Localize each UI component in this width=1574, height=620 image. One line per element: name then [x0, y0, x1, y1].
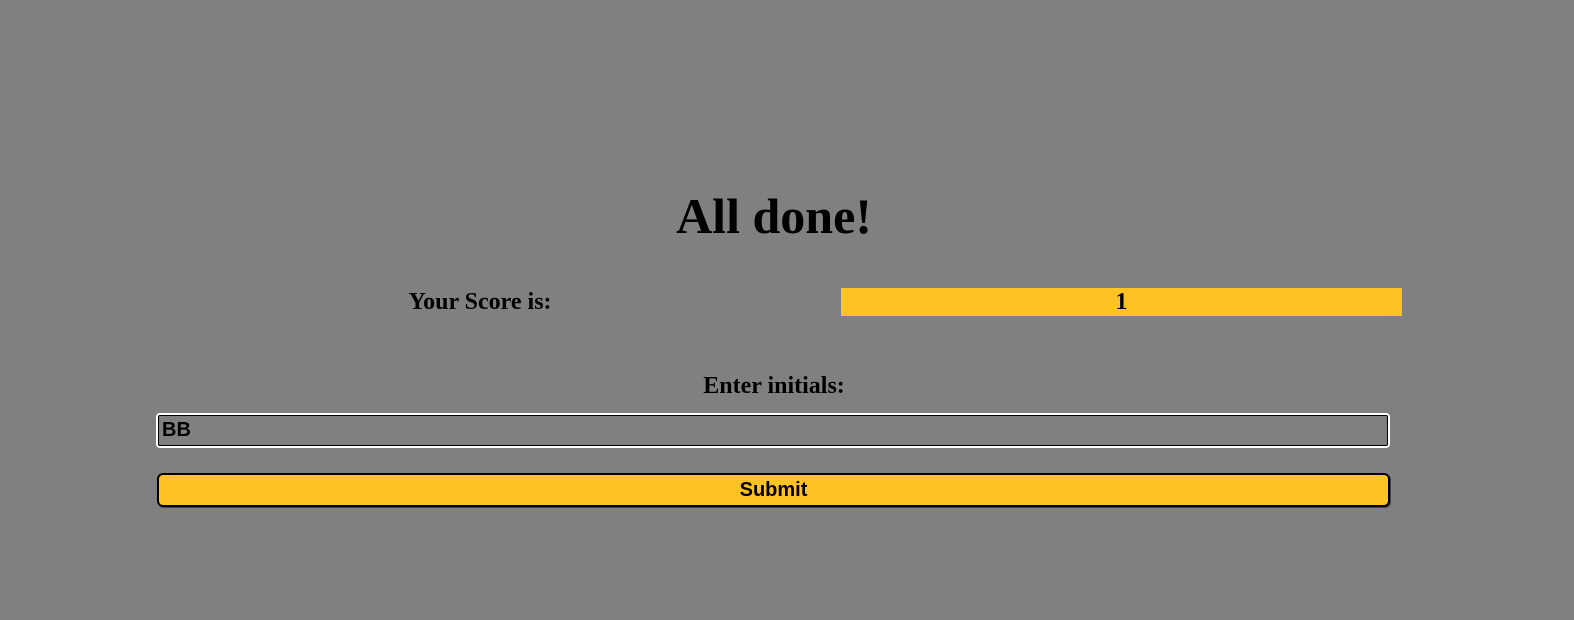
page-title: All done! [676, 188, 872, 244]
initials-input[interactable] [156, 413, 1390, 448]
results-page: All done! Your Score is: 1 Enter initial… [0, 0, 1574, 620]
submit-button[interactable]: Submit [157, 473, 1390, 507]
score-value: 1 [841, 288, 1402, 316]
score-label: Your Score is: [408, 289, 552, 315]
initials-label: Enter initials: [703, 373, 845, 399]
